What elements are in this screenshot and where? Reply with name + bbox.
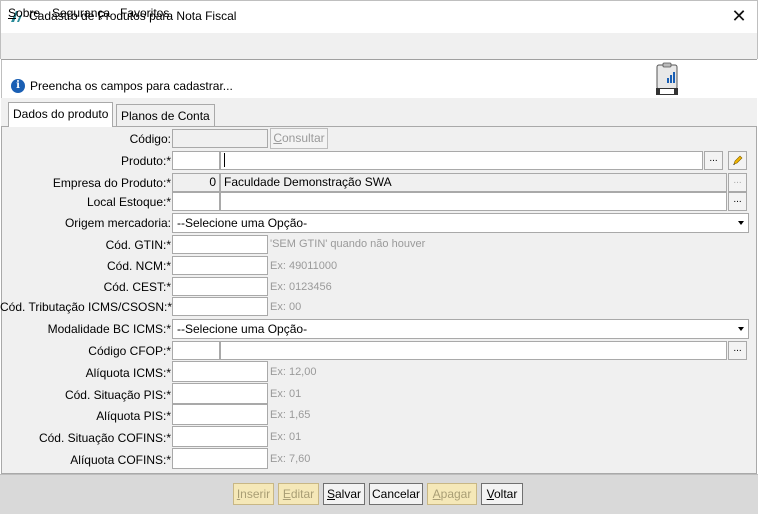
salvar-mnemonic: S	[326, 487, 335, 501]
produto-code-input[interactable]	[172, 151, 220, 170]
codigo-input[interactable]	[172, 129, 268, 148]
empresa-name-input[interactable]: Faculdade Demonstração SWA	[220, 173, 727, 192]
sit-pis-label: Cód. Situação PIS:*	[64, 388, 171, 402]
tab-strip	[1, 98, 757, 126]
info-icon: i	[11, 79, 25, 93]
gtin-hint: 'SEM GTIN' quando não houver	[270, 238, 426, 250]
origem-label: Origem mercadoria:	[64, 216, 171, 230]
estoque-lookup-button[interactable]: ...	[728, 192, 747, 211]
cfop-name-input[interactable]	[220, 341, 727, 360]
menu-sobre-mnemonic: S	[8, 6, 17, 20]
voltar-button[interactable]: Voltar	[481, 483, 523, 505]
empresa-label: Empresa do Produto:*	[52, 176, 171, 190]
aliq-icms-input[interactable]	[172, 361, 268, 382]
cest-label: Cód. CEST:*	[103, 280, 171, 294]
editar-label: ditar	[290, 487, 315, 501]
produto-edit-button[interactable]	[728, 151, 747, 170]
aliq-cofins-hint: Ex: 7,60	[270, 453, 311, 465]
modalidade-select[interactable]: --Selecione uma Opção-	[172, 319, 749, 339]
empresa-code-input[interactable]: 0	[172, 173, 220, 192]
salvar-label: alvar	[335, 487, 362, 501]
sit-pis-input[interactable]	[172, 383, 268, 404]
info-message: Preencha os campos para cadastrar...	[30, 79, 233, 93]
produto-lookup-button[interactable]: ...	[704, 151, 723, 170]
ncm-input[interactable]	[172, 256, 268, 275]
close-button[interactable]: ✕	[722, 2, 756, 30]
inserir-label: nserir	[240, 487, 271, 501]
voltar-mnemonic: V	[486, 487, 494, 501]
menu-sobre-label: obre	[16, 6, 41, 20]
tributacao-label: Cód. Tributação ICMS/CSOSN:*	[0, 300, 173, 314]
produto-label: Produto:*	[120, 154, 171, 168]
sit-cofins-label: Cód. Situação COFINS:*	[38, 431, 171, 445]
chevron-down-icon	[738, 221, 744, 225]
codigo-label: Código:	[129, 132, 171, 146]
menu-sobre[interactable]: Sobre	[8, 6, 40, 20]
consultar-button[interactable]: Consultar	[270, 128, 328, 149]
gtin-input[interactable]	[172, 235, 268, 254]
sit-pis-hint: Ex: 01	[270, 388, 302, 400]
estoque-name-input[interactable]	[220, 192, 727, 211]
text-cursor	[224, 153, 225, 167]
produto-name-input[interactable]	[220, 151, 703, 170]
aliq-icms-label: Alíquota ICMS:*	[85, 366, 171, 380]
apagar-button[interactable]: Apagar	[427, 483, 477, 505]
estoque-code-input[interactable]	[172, 192, 220, 211]
cest-input[interactable]	[172, 277, 268, 296]
tab-planos-conta[interactable]: Planos de Conta	[116, 104, 215, 126]
chevron-down-icon	[738, 327, 744, 331]
tributacao-hint: Ex: 00	[270, 301, 302, 313]
cfop-lookup-button[interactable]: ...	[728, 341, 747, 360]
origem-select[interactable]: --Selecione uma Opção-	[172, 213, 749, 233]
salvar-button[interactable]: Salvar	[323, 483, 365, 505]
cfop-label: Código CFOP:*	[88, 344, 171, 358]
editar-button[interactable]: Editar	[278, 483, 319, 505]
cest-hint: Ex: 0123456	[270, 281, 332, 293]
consultar-label: onsultar	[281, 131, 325, 145]
voltar-label: oltar	[494, 487, 518, 501]
pencil-icon	[732, 155, 742, 165]
inserir-button[interactable]: Inserir	[233, 483, 274, 505]
aliq-icms-hint: Ex: 12,00	[270, 366, 317, 378]
aliq-pis-input[interactable]	[172, 404, 268, 425]
apagar-mnemonic: A	[432, 487, 441, 501]
sit-cofins-hint: Ex: 01	[270, 431, 302, 443]
sit-cofins-input[interactable]	[172, 426, 268, 447]
consultar-mnemonic: C	[273, 131, 282, 145]
cfop-code-input[interactable]	[172, 341, 220, 360]
menu-seguranca[interactable]: Segurança	[52, 6, 110, 20]
aliq-cofins-input[interactable]	[172, 448, 268, 469]
estoque-label: Local Estoque:*	[86, 195, 171, 209]
origem-selected-value: --Selecione uma Opção-	[177, 216, 308, 230]
editar-mnemonic: E	[282, 487, 291, 501]
apagar-label: pagar	[440, 487, 472, 501]
modalidade-label: Modalidade BC ICMS:*	[47, 322, 171, 336]
nfse-icon	[656, 62, 678, 95]
aliq-pis-label: Alíquota PIS:*	[96, 409, 171, 423]
menu-bar	[0, 33, 758, 59]
cancelar-button[interactable]: Cancelar	[369, 483, 423, 505]
tab-dados-produto[interactable]: Dados do produto	[8, 102, 114, 127]
menu-favoritos[interactable]: Favoritos	[120, 6, 169, 20]
aliq-pis-hint: Ex: 1,65	[270, 409, 311, 421]
aliq-cofins-label: Alíquota COFINS:*	[70, 453, 171, 467]
ncm-hint: Ex: 49011000	[270, 260, 338, 272]
ncm-label: Cód. NCM:*	[106, 259, 171, 273]
modalidade-selected-value: --Selecione uma Opção-	[177, 322, 308, 336]
gtin-label: Cód. GTIN:*	[105, 238, 171, 252]
empresa-lookup-button[interactable]: ...	[728, 173, 747, 192]
tributacao-input[interactable]	[172, 297, 268, 316]
